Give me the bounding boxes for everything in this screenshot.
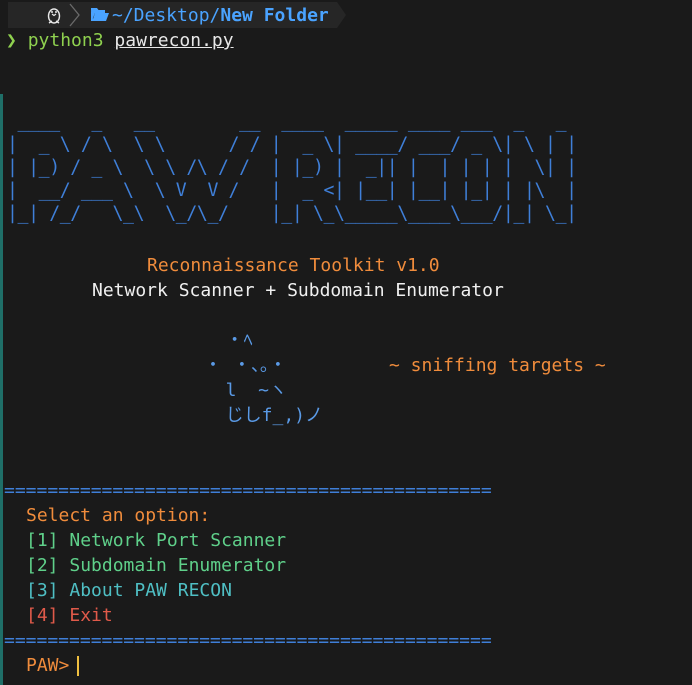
mascot-line-1: ・ﾍ <box>204 330 253 351</box>
mascot-line-4: じしf_,)ノ <box>204 405 324 426</box>
menu-heading: Select an option: <box>26 505 211 526</box>
folder-open-icon <box>91 8 109 21</box>
menu-option-label: About PAW RECON <box>69 580 232 601</box>
terminal-window: ~/Desktop/New Folder ❯ python3 pawrecon.… <box>0 0 692 685</box>
path-segment: ~/Desktop/New Folder <box>82 2 337 28</box>
path-current-folder: New Folder <box>220 4 329 26</box>
banner-title: Reconnaissance Toolkit v1.0 <box>147 255 440 276</box>
ascii-banner: ____ _ __ __ ____ _____ ____ ___ _ _ | _… <box>7 111 577 224</box>
mascot-line-3: l ~ヽ <box>204 380 288 401</box>
input-prompt-line[interactable]: PAW> <box>26 653 80 678</box>
shell-prompt-bar: ~/Desktop/New Folder <box>8 2 346 28</box>
menu-option-key: [1] <box>26 530 59 551</box>
menu-option-3[interactable]: [3] About PAW RECON <box>26 578 232 603</box>
prompt-end-chevron <box>336 2 346 28</box>
menu-option-label: Subdomain Enumerator <box>69 555 287 576</box>
mascot-tagline: ~ sniffing targets ~ <box>389 355 606 376</box>
menu-option-key: [2] <box>26 555 59 576</box>
menu-option-label: Exit <box>69 605 113 626</box>
prompt-symbol: ❯ <box>6 30 17 51</box>
linux-tux-icon <box>47 8 61 24</box>
menu-separator-bottom: ========================================… <box>4 630 492 651</box>
menu-option-label: Network Port Scanner <box>69 530 287 551</box>
command-name: python3 <box>27 30 104 51</box>
os-segment <box>8 2 68 28</box>
mascot-line-2: ・ ・、。・ <box>204 355 287 376</box>
command-argument: pawrecon.py <box>114 30 234 51</box>
path-prefix: ~/Desktop/ <box>112 4 221 26</box>
output-left-rule <box>0 94 3 685</box>
menu-option-key: [4] <box>26 605 59 626</box>
menu-option-2[interactable]: [2] Subdomain Enumerator <box>26 553 286 578</box>
menu-separator-top: ========================================… <box>4 480 492 501</box>
banner-subtitle: Network Scanner + Subdomain Enumerator <box>92 280 504 301</box>
menu-option-1[interactable]: [1] Network Port Scanner <box>26 528 286 553</box>
command-line: ❯ python3 pawrecon.py <box>6 28 234 53</box>
menu-option-key: [3] <box>26 580 59 601</box>
segment-separator-icon <box>68 2 82 28</box>
menu-option-4[interactable]: [4] Exit <box>26 603 113 628</box>
input-prompt-label: PAW> <box>26 655 70 676</box>
text-cursor[interactable] <box>77 656 80 676</box>
